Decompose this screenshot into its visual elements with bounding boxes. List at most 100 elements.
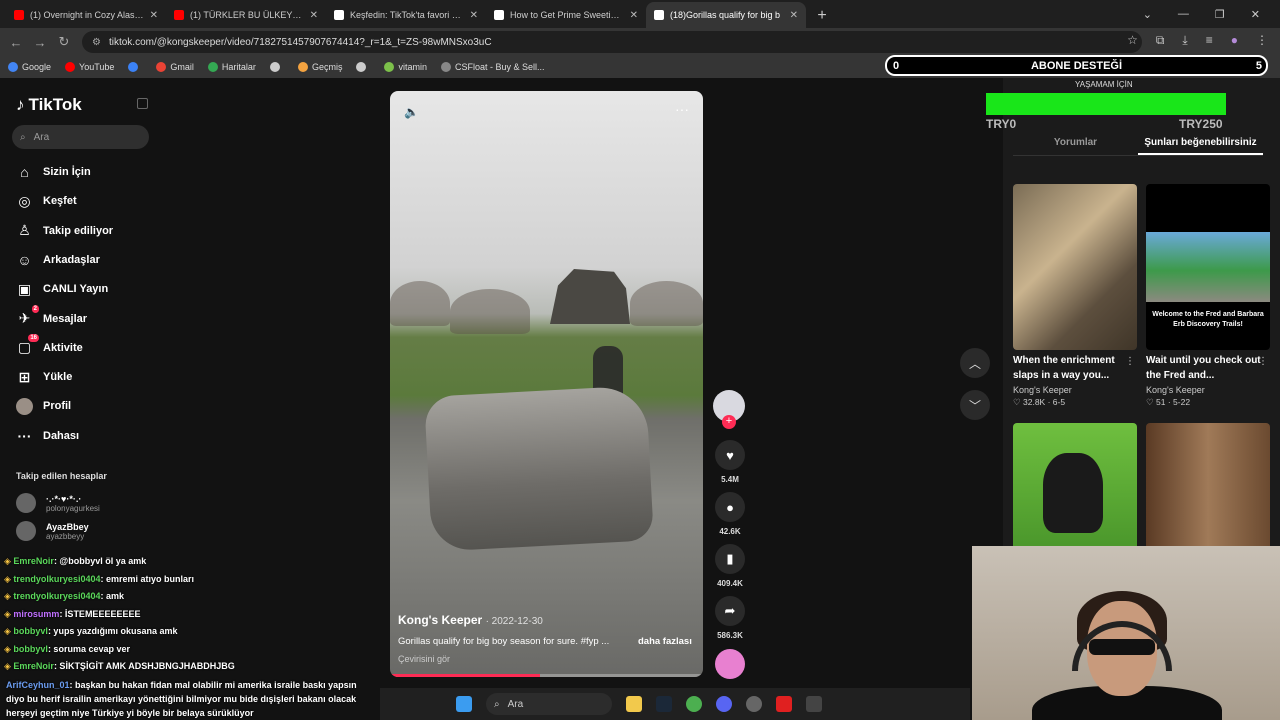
bookmark-item[interactable]: CSFloat - Buy & Sell... xyxy=(440,62,545,72)
tab-title: (1) TÜRKLER BU ÜLKEYE MUTLA xyxy=(190,10,304,20)
bookmark-item[interactable]: Haritalar xyxy=(207,62,256,72)
file-explorer-icon[interactable] xyxy=(626,696,642,712)
video-player[interactable]: 🔈 ··· Kong's Keeper · 2022-12-30 Gorilla… xyxy=(390,91,703,677)
minimize-button[interactable]: — xyxy=(1178,8,1189,20)
comment-button[interactable]: ● 42.6K xyxy=(713,492,747,536)
sidebar-item-home[interactable]: ⌂ Sizin İçin xyxy=(16,162,91,182)
tab-comments[interactable]: Yorumlar xyxy=(1013,130,1138,155)
sidebar-item-label: Aktivite xyxy=(43,341,83,354)
close-window-button[interactable]: ✕ xyxy=(1251,8,1260,21)
previous-video-button[interactable]: ︿ xyxy=(960,348,990,378)
url-text[interactable]: tiktok.com/@kongskeeper/video/7182751457… xyxy=(109,37,492,48)
avatar xyxy=(16,521,36,541)
followed-account[interactable]: AyazBbey ayazbbeyy xyxy=(16,521,89,541)
profile-avatar[interactable]: ● xyxy=(1231,33,1238,48)
new-tab-button[interactable]: + xyxy=(812,4,832,28)
settings-icon[interactable] xyxy=(746,696,762,712)
video-thumbnail[interactable]: Welcome to the Fred and Barbara Erb Disc… xyxy=(1146,184,1270,350)
sidebar-item-compass[interactable]: ◎ Keşfet xyxy=(16,191,76,211)
close-tab-icon[interactable]: ✕ xyxy=(630,10,638,21)
discord-icon[interactable] xyxy=(716,696,732,712)
omnibox[interactable]: ⚙ tiktok.com/@kongskeeper/video/71827514… xyxy=(82,31,1142,53)
card-author[interactable]: Kong's Keeper xyxy=(1146,385,1270,395)
tab-search-icon[interactable]: ⌄ xyxy=(1143,8,1152,21)
bookmark-label: Geçmiş xyxy=(311,62,343,72)
browser-tab[interactable]: Keşfedin: TikTok'ta favori video ✕ xyxy=(326,2,486,28)
see-translation-link[interactable]: Çevirisini gör xyxy=(398,654,450,664)
browser-tab[interactable]: (18)Gorillas qualify for big b ✕ xyxy=(646,2,806,28)
sidebar-item-live[interactable]: ▣ CANLI Yayın xyxy=(16,279,108,299)
browser-tab[interactable]: (1) Overnight in Cozy Alaskan A ✕ xyxy=(6,2,166,28)
app-icon[interactable] xyxy=(806,696,822,712)
thumbnail-caption: Welcome to the Fred and Barbara Erb Disc… xyxy=(1152,311,1264,328)
bookmark-item[interactable]: Google xyxy=(8,62,51,72)
more-options-icon[interactable]: ··· xyxy=(675,101,689,117)
search-input[interactable]: ⌕ Ara xyxy=(12,125,149,149)
bookmark-item[interactable] xyxy=(356,62,370,72)
chevron-up-icon: ︿ xyxy=(968,356,981,371)
close-tab-icon[interactable]: ✕ xyxy=(310,10,318,21)
card-author[interactable]: Kong's Keeper xyxy=(1013,385,1137,395)
sidebar-item-label: Dahası xyxy=(43,429,80,442)
followed-account[interactable]: ·.·*·♥·*·.· polonyagurkesi xyxy=(16,493,100,513)
chrome-icon[interactable] xyxy=(686,696,702,712)
reload-icon[interactable]: ↻ xyxy=(52,34,76,50)
sidebar-item-label: Sizin İçin xyxy=(43,166,91,178)
see-more-link[interactable]: daha fazlası xyxy=(638,636,692,647)
sidebar-item-messages[interactable]: ✈ 2 Mesajlar xyxy=(16,305,87,329)
browser-tab[interactable]: How to Get Prime Sweetie Fox ✕ xyxy=(486,2,646,28)
sidebar-item-activity[interactable]: ▢ 16 Aktivite xyxy=(16,334,83,358)
card-title[interactable]: When the enrichment slaps in a way you..… xyxy=(1013,353,1137,383)
close-tab-icon[interactable]: ✕ xyxy=(790,10,798,21)
follow-plus-icon[interactable]: + xyxy=(722,415,736,429)
sidebar-item-upload[interactable]: ⊞ Yükle xyxy=(16,367,73,387)
back-icon[interactable]: ← xyxy=(4,35,28,50)
steam-icon[interactable] xyxy=(656,696,672,712)
bookmark-item[interactable] xyxy=(269,62,284,72)
bookmark-item[interactable] xyxy=(128,62,142,72)
card-title[interactable]: Wait until you check out the Fred and... xyxy=(1146,353,1270,383)
restore-button[interactable]: ❐ xyxy=(1215,8,1225,21)
sound-disc[interactable] xyxy=(715,649,745,679)
bookmark-item[interactable]: Gmail xyxy=(156,62,194,72)
card-menu-icon[interactable]: ⋮ xyxy=(1258,356,1268,367)
video-author[interactable]: Kong's Keeper · 2022-12-30 xyxy=(398,613,543,627)
windows-start-icon[interactable] xyxy=(456,696,472,712)
tiktok-logo[interactable]: ♪ TikTok xyxy=(16,95,82,115)
menu-icon[interactable]: ⋮ xyxy=(1256,33,1268,48)
bookmark-item[interactable]: vitamin xyxy=(384,62,427,72)
chat-username: bobbyvl xyxy=(13,626,48,636)
volume-icon[interactable]: 🔈 xyxy=(404,105,419,119)
bookmark-star-icon[interactable]: ☆ xyxy=(1127,33,1138,48)
video-building xyxy=(550,269,630,324)
search-icon: ⌕ xyxy=(494,698,500,710)
next-video-button[interactable]: ﹀ xyxy=(960,390,990,420)
extensions-icon[interactable]: ⧉ xyxy=(1156,33,1165,48)
share-button[interactable]: ➦ 586.3K xyxy=(713,596,747,640)
like-button[interactable]: ♥ 5.4M xyxy=(713,440,747,484)
card-menu-icon[interactable]: ⋮ xyxy=(1125,356,1135,367)
forward-icon[interactable]: → xyxy=(28,35,52,50)
downloads-icon[interactable]: ⤓ xyxy=(1182,33,1187,48)
video-progress-bar[interactable] xyxy=(390,674,703,677)
taskbar-search[interactable]: ⌕ Ara xyxy=(486,693,612,715)
recommended-video-card[interactable]: Welcome to the Fred and Barbara Erb Disc… xyxy=(1146,184,1270,408)
bookmark-item[interactable]: YouTube xyxy=(65,62,114,72)
sidebar-item-profile[interactable]: Profil xyxy=(16,396,71,416)
site-info-icon[interactable]: ⚙ xyxy=(92,37,101,48)
bookmark-item[interactable]: Geçmiş xyxy=(297,62,343,72)
collapse-sidebar-icon[interactable] xyxy=(137,98,148,109)
save-button[interactable]: ▮ 409.4K xyxy=(713,544,747,588)
browser-tab[interactable]: (1) TÜRKLER BU ÜLKEYE MUTLA ✕ xyxy=(166,2,326,28)
close-tab-icon[interactable]: ✕ xyxy=(470,10,478,21)
chat-text: : soruma cevap ver xyxy=(47,643,130,654)
tab-you-may-like[interactable]: Şunları beğenebilirsiniz xyxy=(1138,130,1263,155)
sidebar-item-following[interactable]: ♙ Takip ediliyor xyxy=(16,221,113,241)
app-red-icon[interactable] xyxy=(776,696,792,712)
sidebar-item-more[interactable]: ··· Dahası xyxy=(16,426,80,446)
sidebar-item-friends[interactable]: ☺ Arkadaşlar xyxy=(16,250,100,270)
video-thumbnail[interactable] xyxy=(1013,184,1137,350)
media-icon[interactable]: ≡ xyxy=(1206,33,1213,48)
recommended-video-card[interactable]: When the enrichment slaps in a way you..… xyxy=(1013,184,1137,408)
close-tab-icon[interactable]: ✕ xyxy=(150,10,158,21)
